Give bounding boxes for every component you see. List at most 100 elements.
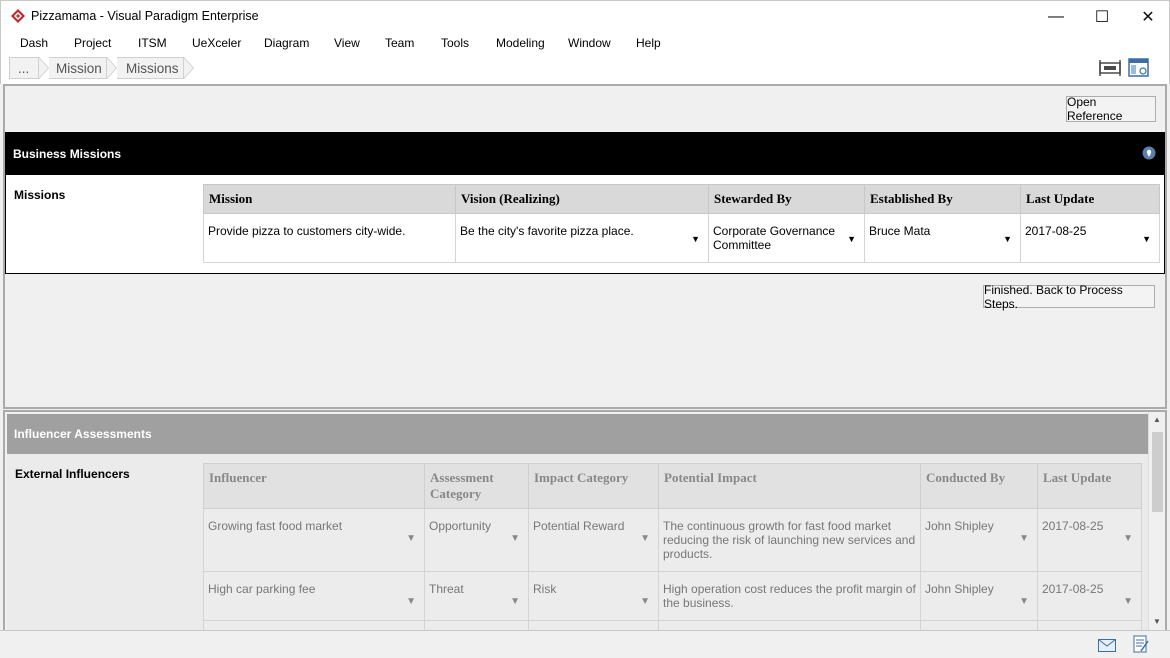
dropdown-caret-icon[interactable]: ▼ (406, 596, 416, 607)
missions-panel: Open Reference Business Missions Mission… (3, 84, 1167, 409)
assessment-category-cell[interactable]: Opportunity ▼ (424, 508, 529, 572)
breadcrumb-missions[interactable]: Missions (117, 57, 184, 79)
fit-layout-icon[interactable] (1099, 60, 1121, 76)
influencer-assessments-header: Influencer Assessments (7, 414, 1149, 454)
impact-category-value: Risk (533, 582, 557, 596)
dropdown-caret-icon[interactable]: ▼ (1019, 533, 1029, 544)
table-row: High car parking fee ▼ Threat ▼ Risk ▼ High… (203, 571, 1142, 621)
col-header-mission: Mission (203, 184, 456, 214)
dropdown-caret-icon[interactable]: ▼ (1142, 234, 1151, 244)
status-bar (0, 630, 1170, 658)
vision-value: Be the city's favorite pizza place. (460, 224, 634, 238)
influencers-table: Influencer Assessment Category Impact Ca… (203, 463, 1142, 630)
menu-help[interactable]: Help (636, 36, 661, 50)
conducted-by-value: John Shipley (925, 519, 994, 533)
dropdown-caret-icon[interactable]: ▼ (1123, 533, 1133, 544)
col-header-assessment-category: Assessment Category (424, 463, 529, 509)
assessment-category-cell[interactable]: Threat ▼ (424, 571, 529, 621)
menu-view[interactable]: View (334, 36, 360, 50)
col-header-impact-category: Impact Category (528, 463, 659, 509)
stewarded-by-cell[interactable]: Corporate Governance Committee ▼ (708, 213, 865, 263)
location-pin-icon[interactable] (1142, 146, 1156, 160)
title-bar: Pizzamama - Visual Paradigm Enterprise —… (0, 0, 1170, 32)
last-update-cell[interactable]: 2017-08-25 ▼ (1020, 213, 1160, 263)
dropdown-caret-icon[interactable]: ▼ (691, 234, 700, 244)
established-by-cell[interactable]: Bruce Mata ▼ (864, 213, 1021, 263)
col-header-last-update: Last Update (1037, 463, 1142, 509)
col-header-established-by: Established By (864, 184, 1021, 214)
breadcrumb-ellipsis[interactable]: ... (9, 57, 39, 79)
mission-cell[interactable]: Provide pizza to customers city-wide. (203, 213, 456, 263)
col-header-conducted-by: Conducted By (920, 463, 1038, 509)
menu-itsm[interactable]: ITSM (138, 36, 167, 50)
impact-category-cell[interactable]: Risk ▼ (528, 571, 659, 621)
dropdown-caret-icon[interactable]: ▼ (406, 533, 416, 544)
browser-window-icon[interactable] (1128, 58, 1150, 78)
dropdown-caret-icon[interactable]: ▼ (847, 234, 856, 244)
menu-modeling[interactable]: Modeling (496, 36, 545, 50)
influencer-assessments-body: External Influencers Influencer Assessme… (7, 454, 1149, 630)
menu-bar: Dash Project ITSM UeXceler Diagram View … (0, 32, 1170, 54)
menu-diagram[interactable]: Diagram (264, 36, 309, 50)
open-reference-button[interactable]: Open Reference (1066, 95, 1156, 123)
influencer-value: High car parking fee (208, 582, 316, 596)
missions-label: Missions (14, 188, 66, 202)
conducted-by-cell[interactable]: John Shipley ▼ (920, 571, 1038, 621)
table-row: Growing fast food market ▼ Opportunity ▼ P… (203, 508, 1142, 572)
conducted-by-value: John Shipley (925, 582, 994, 596)
dropdown-caret-icon[interactable]: ▼ (640, 533, 650, 544)
established-by-value: Bruce Mata (869, 224, 931, 238)
influencer-value: Growing fast food market (208, 519, 343, 533)
potential-impact-value: The continuous growth for fast food mark… (663, 519, 916, 561)
dropdown-caret-icon[interactable]: ▼ (1123, 596, 1133, 607)
menu-team[interactable]: Team (385, 36, 414, 50)
scroll-up-icon[interactable]: ▲ (1153, 415, 1161, 424)
last-update-cell[interactable]: 2017-08-25 ▼ (1037, 508, 1142, 572)
breadcrumb-mission[interactable]: Mission (49, 57, 107, 79)
potential-impact-value: High operation cost reduces the profit m… (663, 582, 916, 610)
last-update-value: 2017-08-25 (1025, 224, 1087, 238)
table-row: Provide pizza to customers city-wide. Be… (203, 213, 1160, 263)
dropdown-caret-icon[interactable]: ▼ (640, 596, 650, 607)
last-update-value: 2017-08-25 (1042, 519, 1104, 533)
menu-tools[interactable]: Tools (441, 36, 469, 50)
breadcrumb-toolbar: ... Mission Missions (0, 54, 1170, 84)
business-missions-section: Business Missions Missions Mission Visio… (5, 132, 1165, 274)
conducted-by-cell[interactable]: John Shipley ▼ (920, 508, 1038, 572)
business-missions-title: Business Missions (13, 147, 122, 161)
impact-category-value: Potential Reward (533, 519, 625, 533)
table-row (203, 620, 1142, 630)
menu-uexceler[interactable]: UeXceler (192, 36, 241, 50)
close-button[interactable]: ✕ (1125, 1, 1170, 32)
influencer-cell[interactable]: Growing fast food market ▼ (203, 508, 425, 572)
vision-cell[interactable]: Be the city's favorite pizza place. ▼ (455, 213, 709, 263)
impact-category-cell[interactable]: Potential Reward ▼ (528, 508, 659, 572)
external-influencers-label: External Influencers (15, 467, 130, 481)
dropdown-caret-icon[interactable]: ▼ (510, 533, 520, 544)
assessment-category-value: Opportunity (429, 519, 492, 533)
last-update-cell[interactable]: 2017-08-25 ▼ (1037, 571, 1142, 621)
influencer-cell[interactable]: High car parking fee ▼ (203, 571, 425, 621)
minimize-button[interactable]: — (1033, 1, 1079, 32)
menu-dash[interactable]: Dash (20, 36, 48, 50)
col-header-potential-impact: Potential Impact (658, 463, 921, 509)
vertical-scrollbar[interactable]: ▲ ▼ (1148, 412, 1165, 630)
business-missions-header: Business Missions (6, 133, 1164, 175)
menu-window[interactable]: Window (568, 36, 611, 50)
scroll-down-icon[interactable]: ▼ (1153, 617, 1161, 626)
mission-value: Provide pizza to customers city-wide. (208, 224, 406, 238)
influencer-assessments-title: Influencer Assessments (14, 427, 152, 441)
finished-back-button[interactable]: Finished. Back to Process Steps. (983, 283, 1155, 311)
notes-icon[interactable] (1133, 635, 1149, 653)
col-header-influencer: Influencer (203, 463, 425, 509)
maximize-button[interactable]: ☐ (1079, 1, 1125, 32)
dropdown-caret-icon[interactable]: ▼ (510, 596, 520, 607)
scrollbar-thumb[interactable] (1152, 432, 1163, 512)
col-header-vision: Vision (Realizing) (455, 184, 709, 214)
potential-impact-cell[interactable]: The continuous growth for fast food mark… (658, 508, 921, 572)
potential-impact-cell[interactable]: High operation cost reduces the profit m… (658, 571, 921, 621)
dropdown-caret-icon[interactable]: ▼ (1019, 596, 1029, 607)
menu-project[interactable]: Project (74, 36, 111, 50)
dropdown-caret-icon[interactable]: ▼ (1003, 234, 1012, 244)
mail-icon[interactable] (1098, 639, 1116, 652)
